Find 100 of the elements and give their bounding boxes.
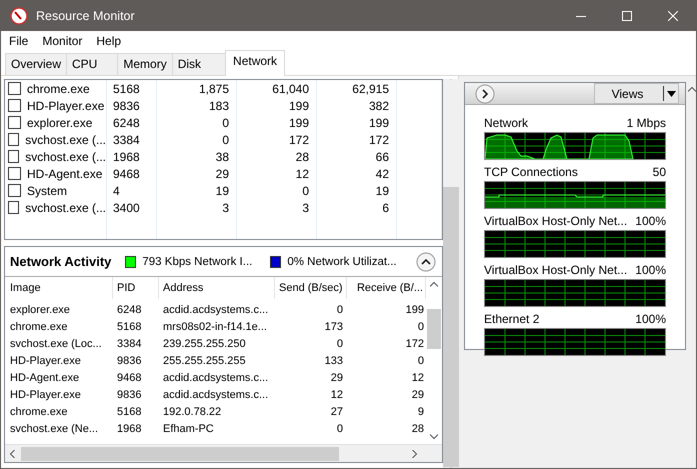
table-cell-text: 172: [404, 338, 425, 350]
legend-label: 793 Kbps Network I...: [142, 256, 252, 268]
checkbox[interactable]: [8, 150, 20, 163]
tab[interactable]: Disk: [172, 53, 226, 75]
maximize-icon[interactable]: [622, 10, 632, 20]
table-cell-text: 0: [336, 338, 344, 350]
table-cell-text: 133: [324, 354, 344, 366]
legend-label: 0% Network Utilizat...: [287, 256, 397, 268]
table-cell: 382: [368, 98, 389, 112]
table-cell: 12: [296, 166, 309, 180]
table-cell-text: 3384: [116, 338, 142, 350]
checkbox[interactable]: [8, 99, 21, 112]
table-cell: 0: [222, 116, 229, 130]
table-cell: 3: [222, 200, 229, 214]
table-cell-text: 12: [410, 372, 425, 384]
table-cell: 5168: [113, 82, 140, 96]
table-cell-text: chrome.exe: [9, 320, 68, 332]
tab[interactable]: CPU: [66, 53, 118, 75]
checkbox[interactable]: [8, 116, 21, 129]
checkbox[interactable]: [8, 184, 21, 197]
table-cell-text: 29: [330, 372, 344, 384]
expand-icon[interactable]: [475, 84, 495, 104]
table-cell: 3400: [113, 200, 140, 214]
column-header[interactable]: Image: [5, 277, 113, 299]
table-cell: 199: [288, 98, 309, 112]
table-cell: 42: [376, 166, 389, 180]
table-cell: 199: [288, 116, 309, 130]
graph-label: Ethernet 2: [484, 312, 540, 326]
checkbox[interactable]: [8, 201, 20, 214]
scroll-thumb[interactable]: [21, 446, 339, 460]
table-cell-text: acdid.acdsystems.c...: [162, 304, 270, 316]
table-cell: 19: [216, 184, 229, 198]
table-cell-text: 29: [410, 388, 425, 400]
tab[interactable]: Overview: [5, 53, 68, 75]
table-cell-text: 12: [330, 388, 344, 400]
checkbox[interactable]: [8, 82, 21, 95]
table-cell: 6248: [113, 116, 140, 130]
table-cell-text: 9: [416, 406, 425, 418]
scroll-thumb[interactable]: [427, 309, 441, 349]
tab[interactable]: Memory: [117, 53, 173, 75]
table-cell-text: 6248: [116, 304, 142, 316]
table-cell: 0: [222, 132, 229, 146]
views-dropdown[interactable]: Views: [594, 83, 679, 104]
graph-value: 50: [652, 165, 666, 179]
table-cell-text: 27: [330, 406, 344, 418]
table-cell-text: 239.255.255.250: [162, 338, 247, 350]
table-cell-text: Efham-PC: [162, 422, 215, 434]
column-header[interactable]: PID: [113, 277, 159, 299]
table-cell-text: svchost.exe (Loc...: [9, 338, 103, 350]
table-cell-text: HD-Player.exe: [9, 354, 82, 366]
table-cell: 29: [216, 166, 229, 180]
column-header[interactable]: Send (B/sec): [275, 277, 347, 299]
graph-label: Network: [484, 116, 528, 130]
table-cell: 3: [302, 200, 309, 214]
checkbox[interactable]: [8, 167, 21, 180]
table-cell: 19: [376, 184, 389, 198]
table-cell-text: acdid.acdsystems.c...: [162, 372, 270, 384]
table-cell: 199: [368, 116, 389, 130]
table-cell: chrome.exe: [27, 82, 90, 96]
menu-item[interactable]: File: [9, 34, 28, 48]
vertical-scrollbar[interactable]: [443, 79, 459, 468]
table-cell: 183: [208, 98, 229, 112]
table-cell: System: [27, 184, 68, 198]
checkbox[interactable]: [8, 133, 20, 146]
panel-header[interactable]: Network Activity 793 Kbps Network I... 0% Network Utilizat...: [5, 247, 442, 277]
graph-value: 1 Mbps: [626, 116, 666, 130]
collapse-icon[interactable]: [416, 252, 436, 272]
menu-item[interactable]: Help: [96, 34, 122, 48]
table-cell-text: 255.255.255.255: [162, 354, 247, 366]
table-cell-text: HD-Agent.exe: [9, 372, 80, 384]
close-icon[interactable]: [668, 10, 678, 20]
table-cell: 28: [296, 150, 309, 164]
table-cell: explorer.exe: [27, 116, 92, 130]
table-cell-text: explorer.exe: [9, 304, 71, 316]
tab[interactable]: Network: [225, 50, 286, 76]
table-cell-text: 192.0.78.22: [162, 406, 222, 418]
column-header[interactable]: Address: [159, 277, 275, 299]
horizontal-scrollbar[interactable]: [5, 444, 442, 462]
graph-label: VirtualBox Host-Only Net...: [484, 263, 628, 277]
table-cell: 6: [382, 200, 389, 214]
graph-value: 100%: [635, 263, 666, 277]
graph-value: 100%: [635, 312, 666, 326]
table-cell: 61,040: [272, 82, 309, 96]
scroll-thumb[interactable]: [443, 187, 459, 467]
table-cell-text: acdid.acdsystems.c...: [162, 388, 270, 400]
table-cell: svchost.exe (...: [25, 150, 106, 164]
table-cell-text: 0: [336, 304, 344, 316]
dropdown-arrow-icon[interactable]: [667, 90, 676, 96]
table-cell-text: HD-Player.exe: [9, 388, 82, 400]
table-cell: 9836: [113, 98, 140, 112]
window-title: Resource Monitor: [36, 8, 136, 22]
menu-item[interactable]: Monitor: [42, 34, 82, 48]
graph-value: 100%: [635, 214, 666, 228]
table-cell: 1968: [113, 150, 140, 164]
table-cell-text: 1968: [116, 422, 142, 434]
table-cell-text: svchost.exe (Ne...: [9, 422, 100, 434]
table-cell-text: mrs08s02-in-f14.1e...: [162, 320, 268, 332]
table-cell: 1,875: [198, 82, 229, 96]
panel-title: Network Activity: [10, 254, 112, 269]
table-cell-text: 9836: [116, 388, 142, 400]
